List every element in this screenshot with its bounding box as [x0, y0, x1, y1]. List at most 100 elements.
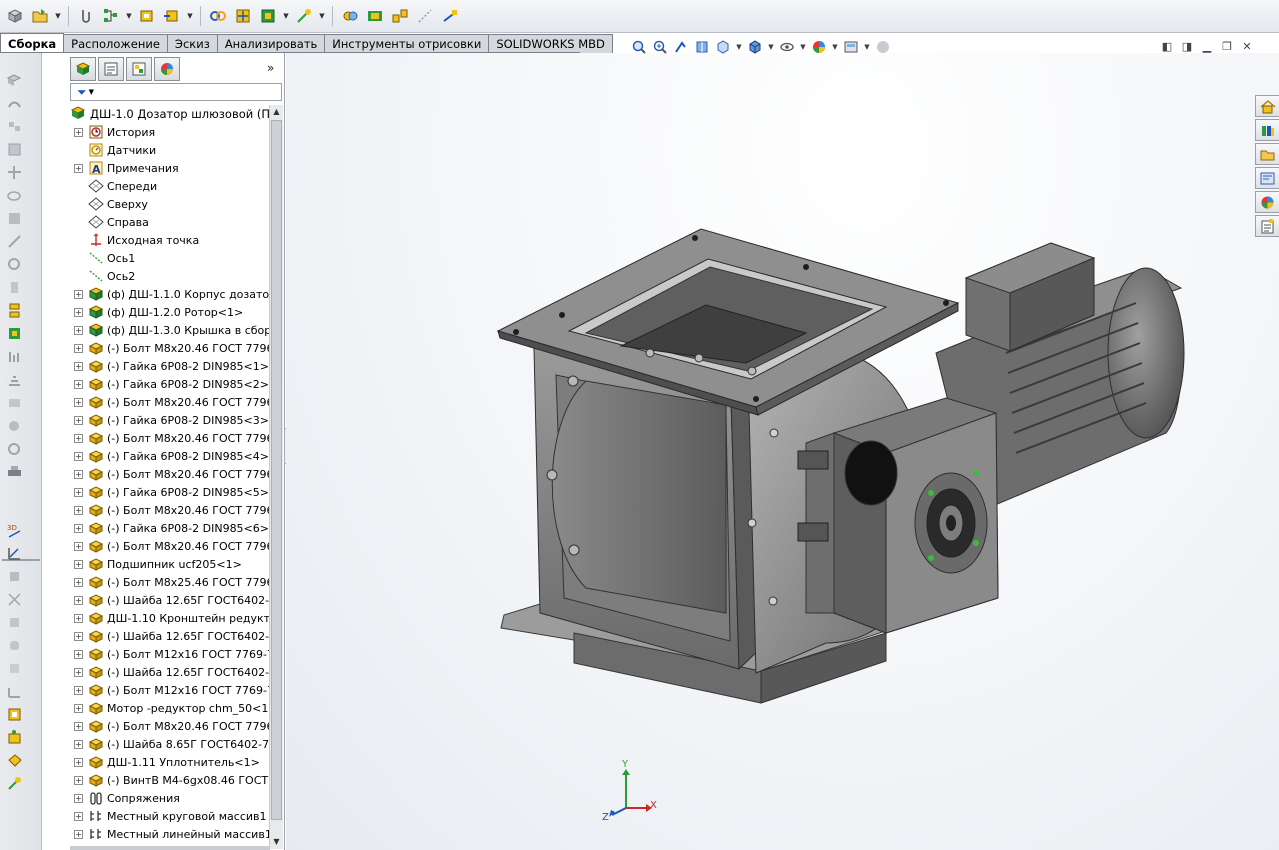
shell-icon[interactable] [4, 682, 24, 701]
appearance-icon[interactable] [4, 751, 24, 770]
expand-icon[interactable]: + [74, 667, 83, 677]
expand-icon[interactable]: + [74, 595, 83, 605]
tree-item[interactable]: + ДШ-1.10 Кронштейн редуктора [74, 609, 270, 627]
expand-icon[interactable]: + [74, 703, 83, 713]
graphics-area[interactable]: Y X Z [286, 53, 1279, 850]
property-manager-tab-icon[interactable] [98, 57, 124, 81]
previous-view-icon[interactable] [672, 38, 690, 56]
filter-icon[interactable]: ⏷ [77, 85, 87, 100]
tree-scrollbar[interactable]: ▲ ▼ [269, 105, 283, 849]
hide-show-dropdown-icon[interactable]: ▼ [799, 43, 807, 51]
reference-dropdown-icon[interactable]: ▼ [318, 12, 326, 20]
expand-icon[interactable]: + [74, 811, 83, 821]
expand-icon[interactable]: + [74, 433, 83, 443]
section-view-icon[interactable] [693, 38, 711, 56]
display-manager-tab-icon[interactable] [154, 57, 180, 81]
chamfer-icon[interactable] [4, 659, 24, 678]
fillet-icon[interactable] [4, 636, 24, 655]
tree-item[interactable]: + Мотор -редуктор chm_50<1> [74, 699, 270, 717]
view-orientation-dropdown-icon[interactable]: ▼ [735, 43, 743, 51]
revolve-icon[interactable] [4, 613, 24, 632]
fasteners-dropdown-icon[interactable]: ▼ [282, 12, 290, 20]
expand-icon[interactable]: + [74, 505, 83, 515]
minimize-icon[interactable]: ▁ [1200, 39, 1214, 53]
reference-tool-icon[interactable] [4, 232, 24, 251]
expand-icon[interactable]: + [74, 325, 83, 335]
expand-icon[interactable]: + [74, 631, 83, 641]
expand-icon[interactable]: + [74, 559, 83, 569]
insert-dropdown-icon[interactable]: ▼ [186, 12, 194, 20]
tab-mbd[interactable]: SOLIDWORKS MBD [488, 34, 613, 53]
mate-icon[interactable] [207, 5, 229, 27]
expand-icon[interactable]: + [74, 793, 83, 803]
realview-icon[interactable] [874, 38, 892, 56]
linear-pattern-icon[interactable] [4, 117, 24, 136]
bill-of-materials-icon[interactable] [4, 278, 24, 297]
expand-icon[interactable]: + [74, 487, 83, 497]
tree-item[interactable]: + (-) Болт М8х25.46 ГОСТ 7796-70 [74, 573, 270, 591]
expand-icon[interactable]: + [74, 361, 83, 371]
display-style-icon[interactable] [746, 38, 764, 56]
tree-item[interactable]: + (-) Шайба 12.65Г ГОСТ6402-70 [74, 627, 270, 645]
file-explorer-icon[interactable] [1255, 143, 1279, 165]
expand-icon[interactable]: + [74, 829, 83, 839]
tree-item[interactable]: + (-) Шайба 12.65Г ГОСТ6402-70 [74, 591, 270, 609]
tree-item[interactable]: Сверху [74, 195, 148, 213]
structure-icon[interactable] [100, 5, 122, 27]
tree-item[interactable]: + (-) Болт М8х20.46 ГОСТ 7796-70 [74, 393, 270, 411]
tree-item[interactable]: + (-) Болт М8х20.46 ГОСТ 7796-70 [74, 339, 270, 357]
view-settings-dropdown-icon[interactable]: ▼ [863, 43, 871, 51]
tree-item[interactable]: + ДШ-1.11 Уплотнитель<1> [74, 753, 260, 771]
tab-markup[interactable]: Инструменты отрисовки [324, 34, 490, 53]
assembly-features-icon[interactable] [4, 209, 24, 228]
tree-item[interactable]: + (ф) ДШ-1.3.0 Крышка в сборе< [74, 321, 270, 339]
tab-sketch[interactable]: Эскиз [166, 34, 218, 53]
close-icon[interactable]: ✕ [1240, 39, 1254, 53]
more-tabs-icon[interactable]: » [267, 61, 274, 75]
tree-item[interactable]: + (-) Болт М12х16 ГОСТ 7769-70< [74, 645, 270, 663]
expand-icon[interactable]: + [74, 469, 83, 479]
tree-item[interactable]: Датчики [74, 141, 156, 159]
tree-root[interactable]: ДШ-1.0 Дозатор шлюзовой (По ум [70, 105, 270, 123]
view-orientation-icon[interactable] [714, 38, 732, 56]
expand-icon[interactable]: + [74, 613, 83, 623]
cut-icon[interactable] [4, 590, 24, 609]
tree-item[interactable]: Исходная точка [74, 231, 199, 249]
tree-item[interactable]: + (-) Болт М8х20.46 ГОСТ 7796-70 [74, 501, 270, 519]
exploded-tool-icon[interactable] [4, 301, 24, 320]
tree-item[interactable]: + (-) Гайка 6P08-2 DIN985<4> [74, 447, 269, 465]
open-document-icon[interactable] [29, 5, 51, 27]
tree-item[interactable]: + A Примечания [74, 159, 179, 177]
zoom-to-area-icon[interactable] [651, 38, 669, 56]
feature-manager-tab-icon[interactable] [70, 57, 96, 81]
show-hidden-icon[interactable] [4, 186, 24, 205]
tree-item[interactable]: + (-) Болт М12х16 ГОСТ 7769-70< [74, 681, 270, 699]
structure-dropdown-icon[interactable]: ▼ [125, 12, 133, 20]
edit-appearance-icon[interactable] [810, 38, 828, 56]
move-tool-icon[interactable] [4, 163, 24, 182]
exploded-view-icon[interactable] [389, 5, 411, 27]
hole-alignment-icon[interactable] [4, 439, 24, 458]
expand-icon[interactable]: + [74, 739, 83, 749]
expand-icon[interactable]: + [74, 163, 83, 173]
explode-line-icon[interactable] [414, 5, 436, 27]
new-document-icon[interactable] [4, 5, 26, 27]
instant3d-tool-icon[interactable] [4, 324, 24, 343]
filter-dropdown-icon[interactable]: ▼ [89, 88, 94, 96]
tree-item[interactable]: Ось1 [74, 249, 135, 267]
tree-item[interactable]: + (-) ВинтВ М4-6gx08.46 ГОСТ 17 [74, 771, 270, 789]
tile-left-icon[interactable]: ◧ [1160, 39, 1174, 53]
tree-item[interactable]: + Местный линейный массив1 [74, 825, 270, 843]
move-component-icon[interactable] [232, 5, 254, 27]
expand-icon[interactable]: + [74, 721, 83, 731]
tree-item[interactable]: Спереди [74, 177, 157, 195]
assembly-visualization-icon[interactable] [4, 462, 24, 481]
tree-hscrollbar[interactable] [70, 846, 270, 850]
edit-component-icon[interactable] [136, 5, 158, 27]
tree-item[interactable]: + (-) Болт М8х20.46 ГОСТ 7796-70 [74, 465, 270, 483]
design-library-icon[interactable] [1255, 119, 1279, 141]
scroll-thumb[interactable] [271, 120, 282, 820]
expand-icon[interactable]: + [74, 577, 83, 587]
solidworks-resources-icon[interactable] [1255, 95, 1279, 117]
expand-icon[interactable]: + [74, 451, 83, 461]
